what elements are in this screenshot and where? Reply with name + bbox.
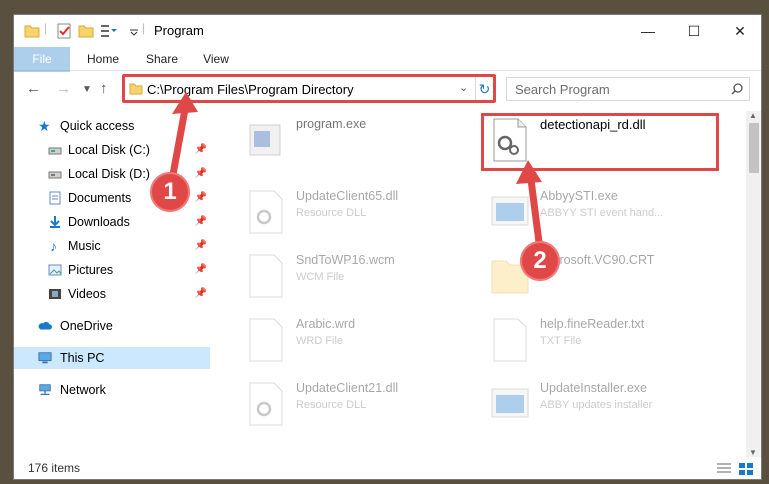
annotation-arrows: [168, 92, 544, 254]
arrow-2-head: [516, 160, 542, 184]
step-badge-2: 2: [520, 241, 560, 281]
arrow-1-head: [172, 92, 198, 114]
arrow-2: [526, 168, 544, 254]
arrow-1: [168, 100, 190, 184]
step-badge-1: 1: [150, 172, 190, 212]
